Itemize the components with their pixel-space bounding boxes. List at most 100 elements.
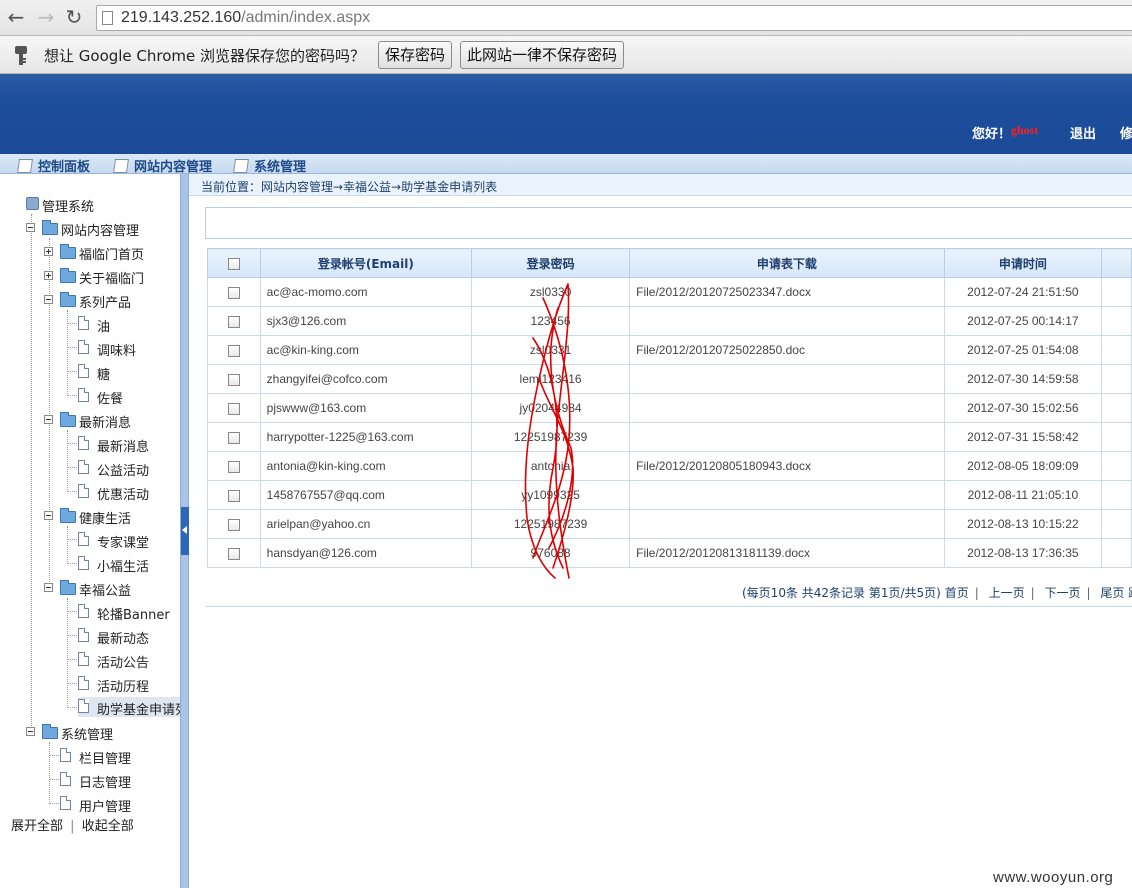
row-email: antonia@kin-king.com bbox=[259, 451, 473, 481]
menu-page-icon bbox=[113, 159, 129, 173]
tree-column-management[interactable]: 栏目管理 bbox=[60, 747, 170, 767]
chevron-left-icon bbox=[182, 526, 187, 534]
tree-xiaofu-life[interactable]: 小福生活 bbox=[78, 555, 178, 575]
tree-user-management[interactable]: 用户管理 bbox=[60, 795, 170, 815]
collapse-icon[interactable] bbox=[44, 415, 53, 424]
row-password: zsl0331 bbox=[471, 335, 631, 365]
sidebar-splitter[interactable] bbox=[180, 174, 189, 888]
row-checkbox[interactable] bbox=[227, 373, 240, 386]
tree-oil[interactable]: 油 bbox=[78, 315, 178, 335]
pager-last[interactable]: 尾页 bbox=[1100, 586, 1124, 600]
row-file-link[interactable]: File/2012/20120725023347.docx bbox=[629, 277, 945, 307]
pager-prev[interactable]: 上一页 bbox=[989, 586, 1025, 600]
logout-link[interactable]: 退出 bbox=[1070, 123, 1096, 142]
tree-charity-events[interactable]: 公益活动 bbox=[78, 459, 178, 479]
table-row: harrypotter-1225@163.com 12251987239 2012-… bbox=[207, 422, 1132, 452]
tree-latest-updates[interactable]: 最新动态 bbox=[78, 627, 178, 647]
expand-icon[interactable] bbox=[44, 271, 53, 280]
row-file-link[interactable] bbox=[629, 364, 945, 394]
header-extra bbox=[1101, 248, 1132, 278]
tree-banner[interactable]: 轮播Banner bbox=[78, 603, 180, 623]
tree-about-fulin[interactable]: 关于福临门 bbox=[44, 267, 180, 287]
computer-icon bbox=[26, 197, 39, 210]
row-password: 123456 bbox=[471, 306, 631, 336]
row-file-link[interactable]: File/2012/20120725022850.doc bbox=[629, 335, 945, 365]
tree-grant-list[interactable]: 助学基金申请列表 bbox=[78, 697, 180, 717]
row-file-link[interactable]: File/2012/20120805180943.docx bbox=[629, 451, 945, 481]
tree-news[interactable]: 最新消息 bbox=[78, 435, 178, 455]
collapse-all-link[interactable]: 收起全部 bbox=[82, 819, 134, 834]
document-icon bbox=[78, 556, 89, 570]
row-checkbox[interactable] bbox=[227, 518, 240, 531]
pager-first[interactable]: 首页 bbox=[945, 586, 969, 600]
document-icon bbox=[78, 699, 89, 713]
row-checkbox[interactable] bbox=[227, 489, 240, 502]
back-icon[interactable]: ← bbox=[4, 6, 28, 30]
folder-open-icon bbox=[42, 220, 58, 235]
expand-icon[interactable] bbox=[44, 247, 53, 256]
reload-icon[interactable]: ↻ bbox=[62, 6, 86, 30]
row-checkbox[interactable] bbox=[227, 431, 240, 444]
collapse-icon[interactable] bbox=[44, 295, 53, 304]
row-checkbox[interactable] bbox=[227, 286, 240, 299]
tree-root[interactable]: 管理系统 bbox=[24, 195, 174, 215]
tree-log-management[interactable]: 日志管理 bbox=[60, 771, 170, 791]
folder-icon bbox=[60, 244, 76, 259]
menu-content-management[interactable]: 网站内容管理 bbox=[113, 156, 212, 175]
row-file-link[interactable] bbox=[629, 422, 945, 452]
tree-fulin-home[interactable]: 福临门首页 bbox=[44, 243, 180, 263]
tree-happy-charity[interactable]: 幸福公益 bbox=[44, 579, 180, 599]
row-file-link[interactable] bbox=[629, 509, 945, 539]
filter-panel bbox=[205, 207, 1132, 239]
row-email: zhangyifei@cofco.com bbox=[259, 364, 473, 394]
document-icon bbox=[78, 460, 89, 474]
row-time: 2012-08-05 18:09:09 bbox=[943, 451, 1103, 481]
collapse-sidebar-handle[interactable] bbox=[181, 507, 189, 555]
watermark: www.wooyun.org bbox=[993, 869, 1114, 886]
row-checkbox[interactable] bbox=[227, 344, 240, 357]
row-file-link[interactable] bbox=[629, 306, 945, 336]
row-checkbox[interactable] bbox=[227, 460, 240, 473]
folder-open-icon bbox=[60, 412, 76, 427]
tree-meal[interactable]: 佐餐 bbox=[78, 387, 178, 407]
collapse-icon[interactable] bbox=[44, 511, 53, 520]
row-checkbox[interactable] bbox=[227, 315, 240, 328]
row-file-link[interactable] bbox=[629, 480, 945, 510]
row-checkbox[interactable] bbox=[227, 547, 240, 560]
tree-event-notice[interactable]: 活动公告 bbox=[78, 651, 178, 671]
page-icon bbox=[102, 11, 113, 25]
tree-promo-events[interactable]: 优惠活动 bbox=[78, 483, 178, 503]
collapse-icon[interactable] bbox=[26, 223, 35, 232]
tree-series-products[interactable]: 系列产品 bbox=[44, 291, 180, 311]
pager-summary: (每页10条 共42条记录 第1页/共5页) bbox=[742, 586, 941, 600]
menu-system-management[interactable]: 系统管理 bbox=[233, 156, 306, 175]
select-all-checkbox[interactable] bbox=[227, 257, 240, 270]
document-icon bbox=[78, 676, 89, 690]
greeting: 您好！ bbox=[972, 127, 1012, 142]
save-password-button[interactable]: 保存密码 bbox=[378, 41, 453, 69]
tree-health-life[interactable]: 健康生活 bbox=[44, 507, 180, 527]
modify-link[interactable]: 修 bbox=[1120, 123, 1132, 142]
row-file-link[interactable] bbox=[629, 393, 945, 423]
collapse-icon[interactable] bbox=[26, 727, 35, 736]
never-save-button[interactable]: 此网站一律不保存密码 bbox=[460, 41, 625, 69]
pager-next[interactable]: 下一页 bbox=[1044, 586, 1080, 600]
tree-system-management[interactable]: 系统管理 bbox=[26, 723, 176, 743]
row-file-link[interactable]: File/2012/20120813181139.docx bbox=[629, 538, 945, 568]
tree-event-history[interactable]: 活动历程 bbox=[78, 675, 178, 695]
tree-news-group[interactable]: 最新消息 bbox=[44, 411, 180, 431]
select-all-cell bbox=[207, 248, 261, 278]
collapse-icon[interactable] bbox=[44, 583, 53, 592]
tree-sugar[interactable]: 糖 bbox=[78, 363, 178, 383]
forward-icon[interactable]: → bbox=[34, 6, 58, 30]
row-checkbox[interactable] bbox=[227, 402, 240, 415]
address-bar[interactable]: 219.143.252.160/admin/index.aspx bbox=[96, 5, 1132, 31]
tree-content-management[interactable]: 网站内容管理 bbox=[26, 219, 176, 239]
document-icon bbox=[78, 340, 89, 354]
tree-expert-class[interactable]: 专家课堂 bbox=[78, 531, 178, 551]
document-icon bbox=[78, 484, 89, 498]
expand-all-link[interactable]: 展开全部 bbox=[11, 819, 63, 834]
menu-control-panel[interactable]: 控制面板 bbox=[17, 156, 90, 175]
tree-seasoning[interactable]: 调味料 bbox=[78, 339, 178, 359]
pager-jump[interactable]: 跳 bbox=[1128, 586, 1132, 600]
